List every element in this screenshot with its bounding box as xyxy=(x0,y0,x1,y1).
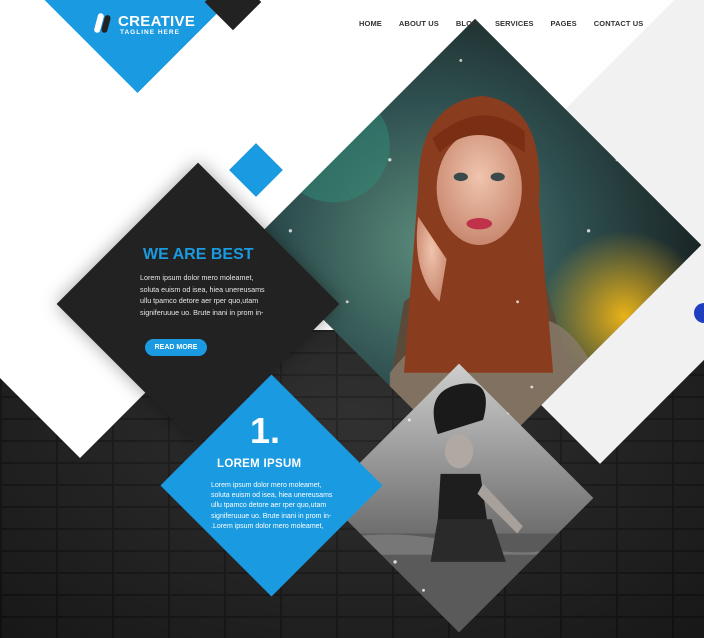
page: CREATIVE TAGLINE HERE HOME ABOUT US BLOG… xyxy=(0,0,704,638)
feature-description: Lorem ipsum dolor mero moleamet, soluta … xyxy=(140,272,276,318)
step-line: soluta euism od isea, hiea unereusams xyxy=(211,492,333,500)
step-line: ullu tpamco detore aer rper quo,utam xyxy=(211,502,327,510)
step-number: 1. xyxy=(250,410,281,451)
feature-line: signiferuuue uo. Brute inani in prom in- xyxy=(140,307,264,317)
step-description: Lorem ipsum dolor mero moleamet, soluta … xyxy=(211,481,341,532)
logo-title[interactable]: CREATIVE xyxy=(118,13,195,30)
step-line: Lorem ipsum dolor mero moleamet, xyxy=(211,482,322,489)
main-nav: HOME ABOUT US BLOG SERVICES PAGES CONTAC… xyxy=(359,19,660,28)
logo-icon xyxy=(94,13,111,33)
read-more-button[interactable]: READ MORE xyxy=(145,339,207,356)
step-line: .Lorem ipsum dolor mero moleamet, xyxy=(211,522,324,530)
step-title: LOREM IPSUM xyxy=(217,458,302,470)
feature-line: ullu tpamco detore aer rper quo,utam xyxy=(140,296,259,306)
feature-line: Lorem ipsum dolor mero moleamet, xyxy=(140,273,254,282)
nav-home[interactable]: HOME xyxy=(359,19,382,28)
nav-contact-us[interactable]: CONTACT US xyxy=(594,19,644,28)
nav-pages[interactable]: PAGES xyxy=(551,19,577,28)
step-line: signiferuuue uo. Brute inani in prom in- xyxy=(211,512,332,520)
logo-tagline: TAGLINE HERE xyxy=(120,29,180,36)
feature-title: WE ARE BEST xyxy=(143,246,254,263)
nav-about-us[interactable]: ABOUT US xyxy=(399,19,439,28)
nav-blog[interactable]: BLOG xyxy=(456,19,478,28)
feature-line: soluta euism od isea, hiea unereusams xyxy=(140,284,265,294)
nav-services[interactable]: SERVICES xyxy=(495,19,534,28)
